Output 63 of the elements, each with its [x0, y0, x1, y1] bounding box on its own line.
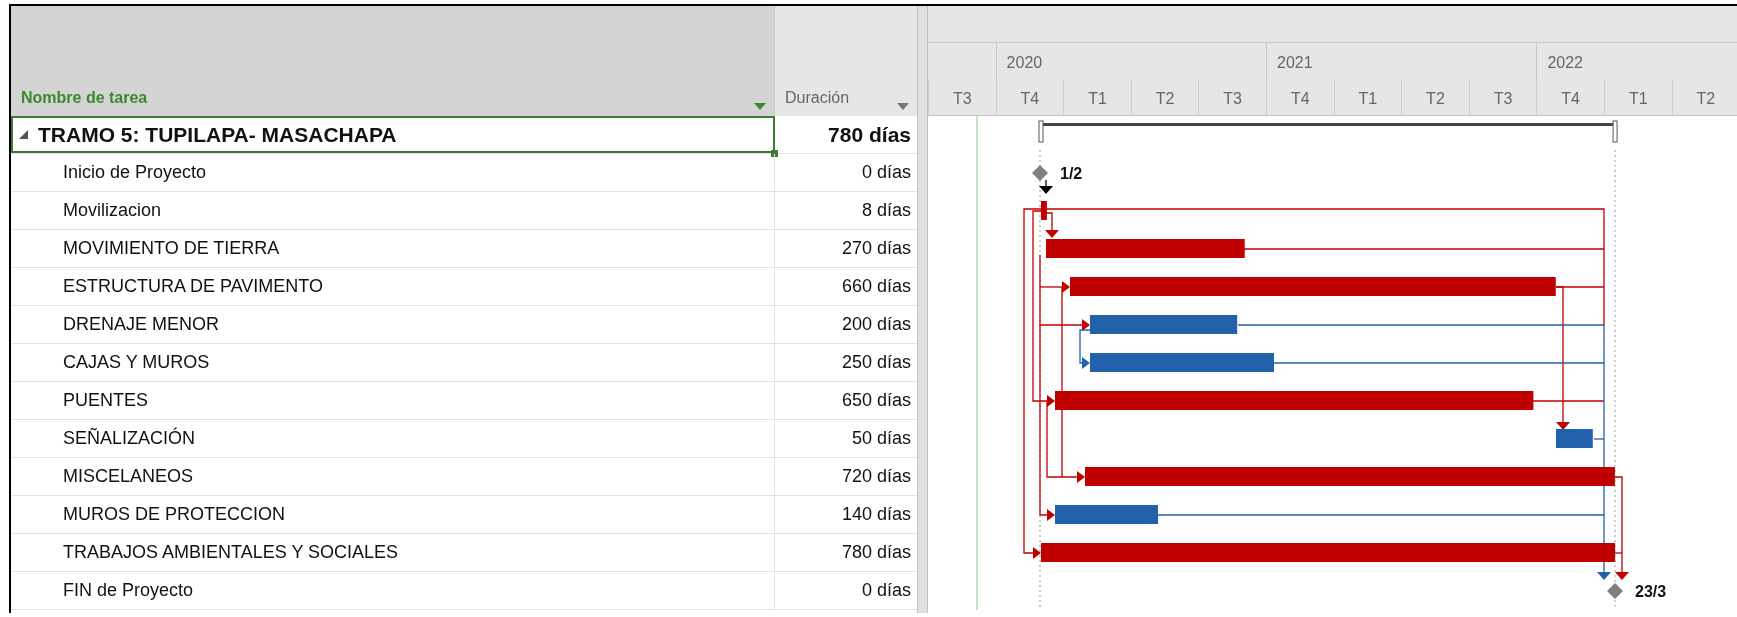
- task-duration: 650 días: [841, 389, 911, 412]
- task-duration: 140 días: [841, 503, 911, 526]
- milestone-diamond: [1607, 583, 1623, 599]
- milestone-diamond: [1032, 165, 1048, 181]
- milestone-date: 1/2: [1060, 165, 1083, 182]
- quarter-label: T1: [1088, 90, 1107, 107]
- task-duration: 720 días: [841, 465, 911, 488]
- task-duration: 8 días: [861, 199, 911, 222]
- year-label: 2022: [1547, 54, 1583, 71]
- quarter-label: T2: [1155, 90, 1175, 107]
- year-label: 2021: [1277, 54, 1313, 71]
- table-row[interactable]: SEÑALIZACIÓN 50 días: [11, 420, 917, 458]
- table-row[interactable]: TRAMO 5: TUPILAPA- MASACHAPA 780 días: [11, 116, 917, 154]
- quarter-label: T1: [1358, 90, 1378, 107]
- selection-handle[interactable]: [771, 150, 778, 157]
- task-name: ESTRUCTURA DE PAVIMENTO: [63, 275, 324, 298]
- task-duration: 0 días: [861, 161, 911, 184]
- dropdown-caret-icon[interactable]: [754, 103, 766, 110]
- table-row[interactable]: Movilizacion 8 días: [11, 192, 917, 230]
- task-name: TRAMO 5: TUPILAPA- MASACHAPA: [38, 121, 397, 148]
- task-duration: 50 días: [851, 427, 911, 450]
- task-duration: 200 días: [841, 313, 911, 336]
- table-row[interactable]: DRENAJE MENOR 200 días: [11, 306, 917, 344]
- year-label: 2020: [1006, 54, 1043, 71]
- task-duration: 250 días: [841, 351, 911, 374]
- quarter-label: T4: [1290, 90, 1310, 107]
- milestone-date: 23/3: [1635, 583, 1667, 600]
- table-row[interactable]: TRABAJOS AMBIENTALES Y SOCIALES 780 días: [11, 534, 917, 572]
- quarter-label: T1: [1628, 90, 1648, 107]
- task-duration: 270 días: [841, 237, 911, 260]
- table-row[interactable]: PUENTES 650 días: [11, 382, 917, 420]
- task-duration: 780 días: [841, 541, 911, 564]
- quarter-label: T4: [1020, 90, 1040, 107]
- table-row[interactable]: ESTRUCTURA DE PAVIMENTO 660 días: [11, 268, 917, 306]
- task-duration: 0 días: [861, 579, 911, 602]
- quarter-label: T3: [952, 90, 972, 107]
- task-name: DRENAJE MENOR: [63, 313, 219, 336]
- column-header[interactable]: Duración: [775, 6, 917, 116]
- task-duration: 660 días: [841, 275, 911, 298]
- quarter-label: T2: [1696, 90, 1716, 107]
- task-name: SEÑALIZACIÓN: [63, 426, 196, 450]
- quarter-label: T4: [1561, 90, 1580, 107]
- table-row[interactable]: MUROS DE PROTECCION 140 días: [11, 496, 917, 534]
- quarter-label: T3: [1223, 90, 1242, 107]
- task-name: PUENTES: [63, 389, 149, 412]
- task-name: MISCELANEOS: [63, 465, 194, 488]
- collapse-icon[interactable]: [19, 130, 28, 139]
- task-name: MOVIMIENTO DE TIERRA: [63, 237, 280, 260]
- task-name: MUROS DE PROTECCION: [63, 503, 285, 526]
- task-duration: 780 días: [828, 121, 911, 148]
- task-name: TRABAJOS AMBIENTALES Y SOCIALES: [63, 541, 399, 564]
- table-row[interactable]: FIN de Proyecto 0 días: [11, 572, 917, 610]
- task-name: Inicio de Proyecto: [63, 161, 207, 184]
- table-row[interactable]: Inicio de Proyecto 0 días: [11, 154, 917, 192]
- quarter-label: T2: [1426, 90, 1445, 107]
- table-row[interactable]: MISCELANEOS 720 días: [11, 458, 917, 496]
- dropdown-caret-icon[interactable]: [897, 103, 909, 110]
- table-row[interactable]: CAJAS Y MUROS 250 días: [11, 344, 917, 382]
- task-name: Movilizacion: [63, 199, 162, 222]
- task-name: FIN de Proyecto: [63, 579, 194, 602]
- table-row[interactable]: MOVIMIENTO DE TIERRA 270 días: [11, 230, 917, 268]
- task-name: CAJAS Y MUROS: [63, 351, 210, 374]
- quarter-label: T3: [1493, 90, 1513, 107]
